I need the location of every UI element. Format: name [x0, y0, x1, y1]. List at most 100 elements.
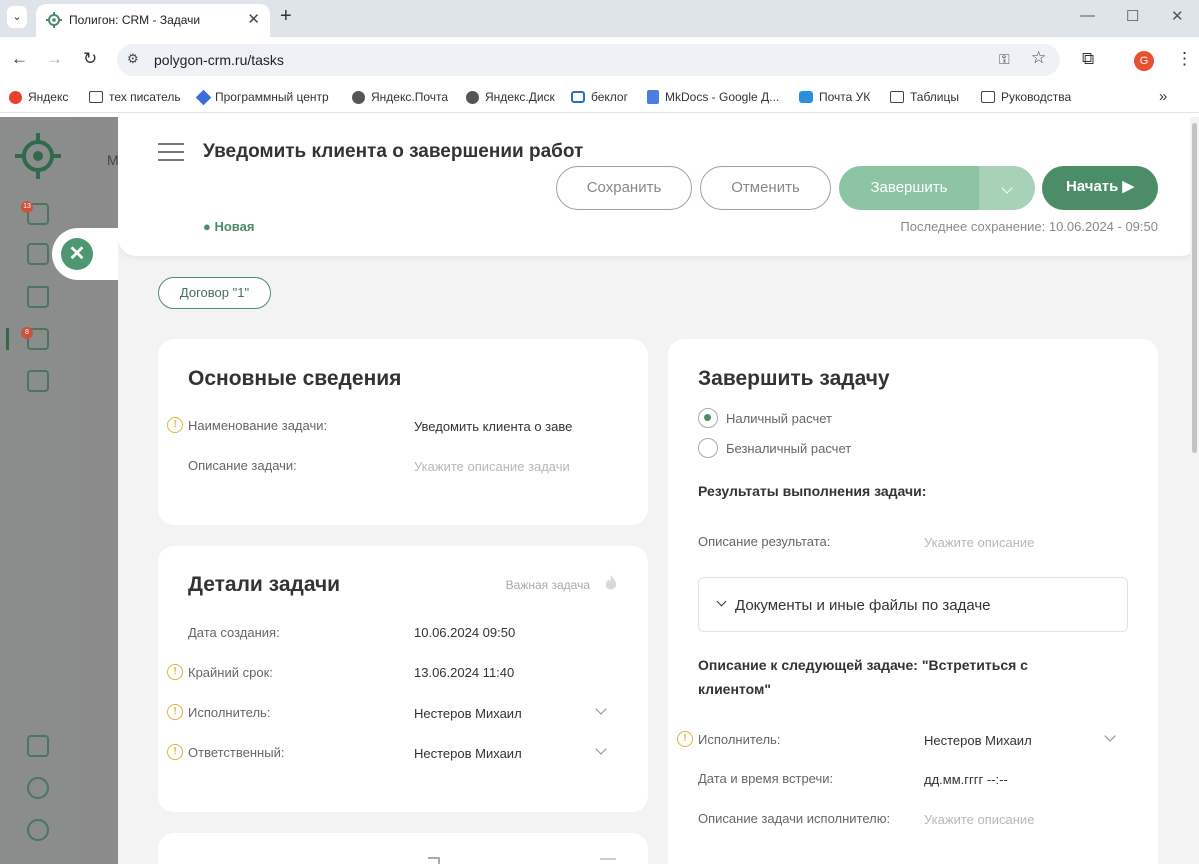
close-panel-tab: ✕	[52, 228, 118, 280]
executor-description-field[interactable]: Укажите описание	[924, 812, 1034, 827]
folder-icon	[89, 91, 103, 103]
deadline-label: Крайний срок:	[188, 665, 273, 680]
bookmark-star-icon[interactable]: ☆	[1031, 48, 1046, 68]
url-text: polygon-crm.ru/tasks	[154, 52, 284, 68]
complete-task-title: Завершить задачу	[698, 367, 890, 390]
bookmark-mkdocs[interactable]: MkDocs - Google Д...	[647, 90, 779, 104]
task-name-field[interactable]: Уведомить клиента о заве	[414, 419, 572, 434]
complete-task-card: Завершить задачу Наличный расчет Безнали…	[668, 339, 1158, 864]
new-tab-button[interactable]: +	[280, 5, 292, 28]
profile-avatar[interactable]: G	[1134, 51, 1154, 71]
created-date-value: 10.06.2024 09:50	[414, 625, 516, 640]
payment-cash-radio[interactable]	[698, 408, 718, 428]
chevron-down-icon[interactable]	[595, 743, 607, 755]
site-settings-icon[interactable]: ⚙	[127, 51, 139, 67]
payment-cash-label: Наличный расчет	[726, 411, 832, 426]
bookmark-tech-writer[interactable]: тех писатель	[89, 90, 181, 104]
bookmark-yandex-mail[interactable]: Яндекс.Почта	[352, 90, 448, 104]
task-panel: Уведомить клиента о завершении работ Сох…	[118, 117, 1199, 864]
contract-chip[interactable]: Договор "1"	[158, 277, 271, 309]
result-description-label: Описание результата:	[698, 534, 831, 549]
browser-menu-icon[interactable]: ⋮	[1176, 49, 1193, 69]
warning-icon: !	[167, 704, 183, 720]
minimize-button[interactable]: —	[1080, 7, 1095, 24]
next-executor-label: Исполнитель:	[698, 732, 781, 747]
payment-cashless-radio[interactable]	[698, 438, 718, 458]
menu-hamburger-icon[interactable]	[158, 143, 184, 167]
task-details-title: Детали задачи	[188, 573, 341, 596]
flame-icon[interactable]	[604, 574, 618, 592]
bookmark-mail-uk[interactable]: Почта УК	[799, 90, 870, 104]
scrollbar-thumb[interactable]	[1192, 123, 1197, 453]
bookmark-yandex[interactable]: Яндекс	[9, 90, 68, 104]
additional-card	[158, 833, 648, 864]
browser-tab-active[interactable]: Полигон: CRM - Задачи ✕	[36, 4, 270, 37]
executor-label: Исполнитель:	[188, 705, 271, 720]
created-date-label: Дата создания:	[188, 625, 280, 640]
next-executor-select[interactable]: Нестеров Михаил	[924, 733, 1032, 748]
warning-icon: !	[677, 731, 693, 747]
important-task-label: Важная задача	[505, 578, 590, 592]
trash-icon[interactable]	[600, 858, 616, 864]
documents-accordion[interactable]: Документы и иные файлы по задаче	[698, 577, 1128, 632]
chevron-down-icon	[716, 596, 727, 607]
chevron-down-icon[interactable]	[1104, 730, 1116, 742]
forward-arrow-icon[interactable]: →	[46, 49, 63, 69]
close-panel-button[interactable]: ✕	[61, 238, 93, 270]
close-window-button[interactable]: ✕	[1171, 7, 1184, 25]
warning-icon: !	[167, 664, 183, 680]
meeting-datetime-field[interactable]: дд.мм.гггг --:--	[924, 772, 1008, 787]
start-button[interactable]: Начать ▶	[1042, 166, 1158, 210]
bookmarks-bar: Яндекс тех писатель Программный центр Ян…	[0, 83, 1199, 113]
folder-icon	[981, 91, 995, 103]
documents-label: Документы и иные файлы по задаче	[735, 597, 991, 614]
contacts-icon[interactable]	[27, 243, 49, 265]
task-description-label: Описание задачи:	[188, 458, 297, 473]
settings-gear-icon[interactable]	[27, 819, 49, 841]
more-bookmarks-icon[interactable]: »	[1159, 88, 1167, 105]
bookmark-yandex-disk[interactable]: Яндекс.Диск	[466, 90, 555, 104]
next-task-heading: Описание к следующей задаче: "Встретитьс…	[698, 657, 1028, 697]
trash-icon[interactable]	[27, 370, 49, 392]
chevron-down-icon[interactable]	[595, 703, 607, 715]
inbox-icon[interactable]	[27, 735, 49, 757]
task-description-field[interactable]: Укажите описание задачи	[414, 459, 570, 474]
tab-search-button[interactable]: ⌄	[7, 6, 27, 28]
responsible-select[interactable]: Нестеров Михаил	[414, 746, 522, 761]
background-heading-fragment: M	[107, 152, 119, 168]
save-button[interactable]: Сохранить	[556, 166, 692, 210]
result-description-field[interactable]: Укажите описание	[924, 535, 1034, 550]
meeting-datetime-label: Дата и время встречи:	[698, 771, 834, 786]
app-icon	[195, 89, 212, 105]
results-heading: Результаты выполнения задачи:	[698, 483, 927, 499]
bookmark-tables[interactable]: Таблицы	[890, 90, 959, 104]
address-bar[interactable]: ⚙ polygon-crm.ru/tasks ⚿ ☆	[117, 44, 1060, 76]
tasks-count-badge: 13	[21, 201, 33, 213]
warning-icon: !	[167, 417, 183, 433]
tab-close-icon[interactable]: ✕	[247, 10, 260, 28]
bookmark-backlog[interactable]: беклог	[571, 90, 628, 104]
password-key-icon[interactable]: ⚿	[999, 51, 1010, 68]
finish-dropdown-button[interactable]	[979, 166, 1035, 210]
support-headset-icon[interactable]	[27, 777, 49, 799]
cancel-button[interactable]: Отменить	[700, 166, 831, 210]
yandex-icon	[9, 90, 22, 104]
warning-icon: !	[167, 744, 183, 760]
edit-icon[interactable]	[428, 857, 440, 864]
back-arrow-icon[interactable]: ←	[11, 49, 28, 69]
task-title: Уведомить клиента о завершении работ	[203, 141, 584, 162]
reload-icon[interactable]: ↻	[83, 49, 97, 69]
polygon-logo-icon	[46, 12, 62, 28]
bookmark-program-center[interactable]: Программный центр	[195, 89, 329, 105]
bookmark-manuals[interactable]: Руководства	[981, 90, 1071, 104]
extensions-icon[interactable]: ⧉	[1082, 49, 1094, 69]
browser-toolbar: ← → ↻ ⚙ polygon-crm.ru/tasks ⚿ ☆ ⧉ G ⋮	[0, 37, 1199, 83]
executor-select[interactable]: Нестеров Михаил	[414, 706, 522, 721]
panel-scrollbar[interactable]	[1190, 117, 1199, 864]
checklist-count-badge: 8	[21, 327, 33, 339]
browser-tab-bar: ⌄ Полигон: CRM - Задачи ✕ + — ☐ ✕	[0, 0, 1199, 37]
maximize-button[interactable]: ☐	[1126, 7, 1139, 25]
finish-button[interactable]: Завершить	[839, 166, 979, 210]
deadline-field[interactable]: 13.06.2024 11:40	[414, 665, 514, 680]
home-icon[interactable]	[27, 286, 49, 308]
